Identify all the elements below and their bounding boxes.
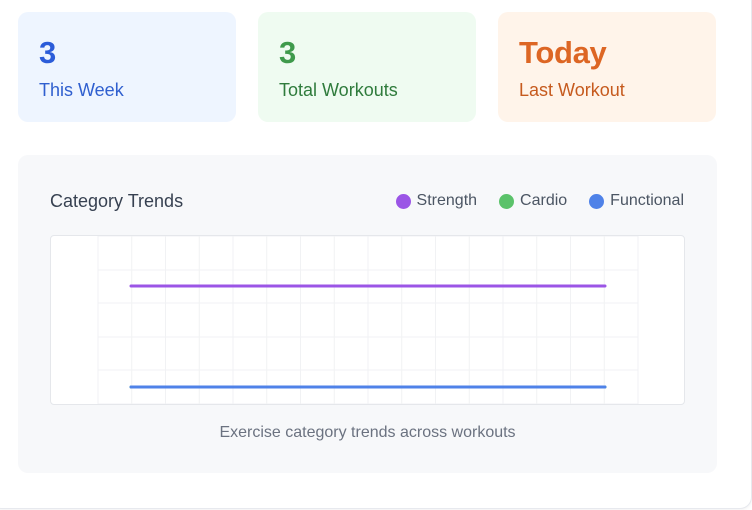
panel-title: Category Trends: [50, 191, 184, 211]
category-trends-panel: Category Trends Strength Cardio Function…: [18, 155, 717, 473]
trend-chart: [50, 235, 685, 405]
stat-label: Last Workout: [519, 80, 625, 100]
legend-label: Strength: [416, 192, 478, 209]
chart-grid: [97, 236, 639, 404]
legend-dot-icon: [395, 193, 411, 209]
stat-card-last-workout: Today Last Workout: [498, 12, 716, 122]
stat-label: This Week: [39, 80, 124, 100]
legend-label: Functional: [610, 192, 684, 209]
legend-label: Cardio: [520, 192, 568, 209]
stat-value: Today: [519, 35, 607, 70]
legend-item-strength[interactable]: Strength: [395, 190, 478, 212]
chart-legend: Strength Cardio Functional: [395, 190, 684, 212]
legend-item-functional[interactable]: Functional: [589, 190, 684, 212]
stat-card-this-week: 3 This Week: [18, 12, 236, 122]
stat-label: Total Workouts: [279, 80, 398, 100]
chart-caption: Exercise category trends across workouts: [219, 424, 516, 441]
trend-chart-svg: [97, 236, 639, 404]
legend-dot-icon: [499, 193, 515, 209]
stat-card-total-workouts: 3 Total Workouts: [258, 12, 476, 122]
legend-dot-icon: [589, 193, 605, 209]
stat-value: 3: [39, 35, 56, 70]
stat-value: 3: [279, 35, 296, 70]
legend-item-cardio[interactable]: Cardio: [499, 190, 567, 212]
